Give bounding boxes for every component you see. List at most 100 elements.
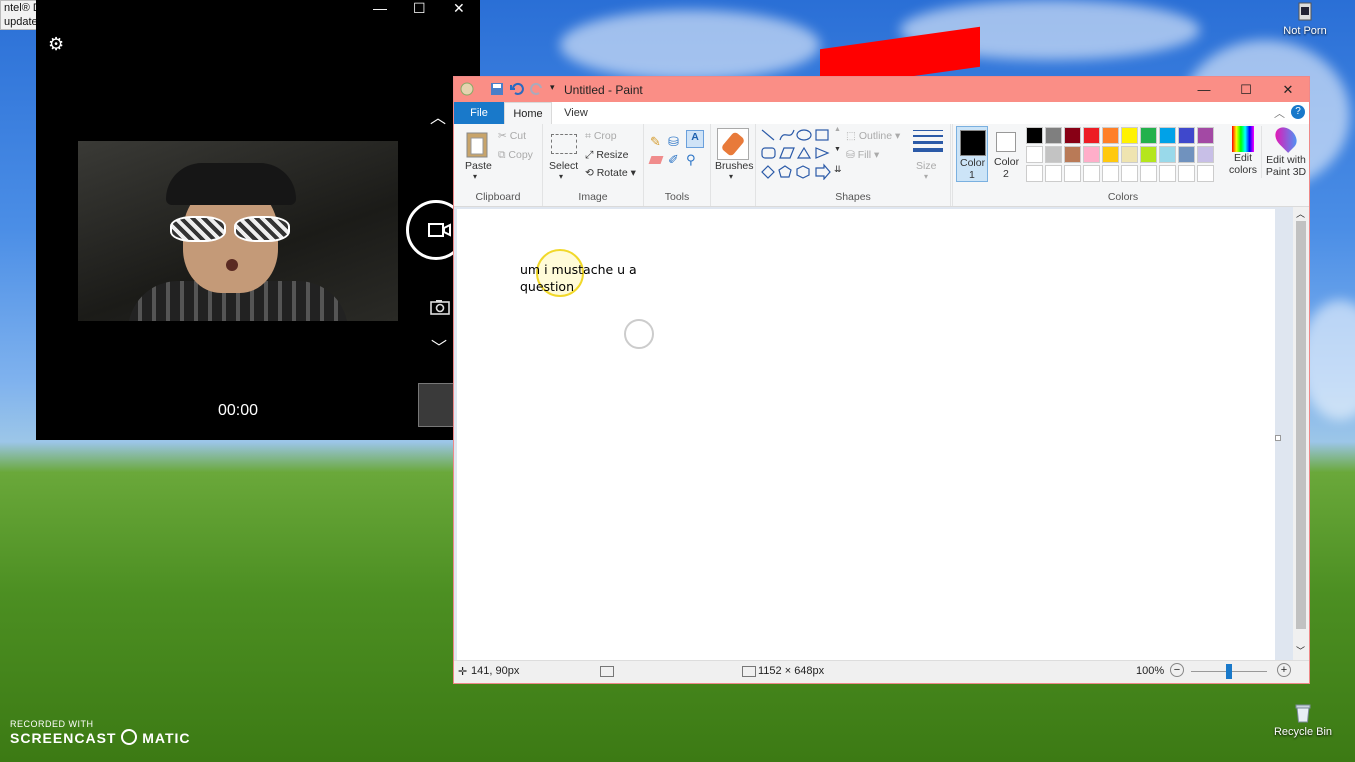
- palette-swatch[interactable]: [1197, 127, 1214, 144]
- palette-swatch[interactable]: [1045, 127, 1062, 144]
- tab-view[interactable]: View: [556, 102, 596, 124]
- desktop-icon-not-porn[interactable]: Not Porn: [1275, 2, 1335, 37]
- paint-titlebar[interactable]: ▾ Untitled - Paint — ☐ ✕: [454, 77, 1309, 102]
- tools-group: ✎ ⛁ A ✐ ⚲ Tools: [644, 124, 711, 206]
- scroll-down-icon[interactable]: ﹀: [1296, 644, 1305, 657]
- vertical-scrollbar[interactable]: ︿ ﹀: [1293, 207, 1309, 661]
- minimize-icon[interactable]: —: [373, 0, 387, 16]
- brushes-button[interactable]: Brushes: [715, 160, 754, 172]
- palette-swatch[interactable]: [1197, 165, 1214, 182]
- shapes-scroll-up-icon[interactable]: ▲: [834, 126, 841, 133]
- zoom-in-button[interactable]: +: [1277, 663, 1291, 677]
- palette-swatch[interactable]: [1178, 146, 1195, 163]
- fill-label: Fill: [857, 149, 872, 161]
- paint3d-icon: [1271, 123, 1301, 153]
- color-picker-icon[interactable]: ✐: [668, 152, 679, 168]
- palette-swatch[interactable]: [1083, 146, 1100, 163]
- select-icon[interactable]: [551, 134, 577, 154]
- zoom-out-button[interactable]: −: [1170, 663, 1184, 677]
- close-button[interactable]: ✕: [1267, 77, 1309, 102]
- fill-button[interactable]: ⛁ Fill ▾: [846, 149, 879, 161]
- palette-swatch[interactable]: [1026, 127, 1043, 144]
- resize-button[interactable]: ⤢ Resize: [585, 149, 628, 162]
- palette-swatch[interactable]: [1064, 146, 1081, 163]
- select-dropdown-icon[interactable]: ▾: [559, 172, 563, 181]
- select-button[interactable]: Select: [549, 160, 578, 172]
- palette-swatch[interactable]: [1140, 165, 1157, 182]
- palette-swatch[interactable]: [1178, 165, 1195, 182]
- save-icon[interactable]: [490, 82, 504, 96]
- customize-qat-icon[interactable]: ▾: [550, 82, 560, 96]
- maximize-icon[interactable]: ☐: [413, 0, 426, 17]
- edit-with-paint3d-button[interactable]: Edit with Paint 3D: [1261, 123, 1310, 178]
- size-button[interactable]: Size: [916, 160, 936, 172]
- help-icon[interactable]: ?: [1291, 105, 1305, 119]
- photo-camera-icon[interactable]: [430, 299, 450, 315]
- close-icon[interactable]: ✕: [453, 0, 465, 17]
- brushes-icon[interactable]: [717, 128, 749, 160]
- palette-swatch[interactable]: [1083, 127, 1100, 144]
- size-dropdown-icon[interactable]: ▾: [924, 172, 928, 181]
- scrollbar-thumb[interactable]: [1296, 221, 1306, 629]
- canvas-text[interactable]: um i mustache u a question: [520, 261, 637, 295]
- palette-swatch[interactable]: [1197, 146, 1214, 163]
- palette-swatch[interactable]: [1102, 146, 1119, 163]
- magnifier-icon[interactable]: ⚲: [686, 152, 696, 168]
- palette-swatch[interactable]: [1121, 165, 1138, 182]
- paste-dropdown-icon[interactable]: ▾: [473, 172, 477, 181]
- palette-swatch[interactable]: [1026, 146, 1043, 163]
- color2-button[interactable]: Color 2: [991, 126, 1023, 182]
- palette-swatch[interactable]: [1045, 165, 1062, 182]
- scroll-up-icon[interactable]: ︿: [1296, 207, 1305, 220]
- gear-icon[interactable]: ⚙: [48, 34, 64, 55]
- edit-colors-button[interactable]: Edit colors: [1228, 126, 1258, 176]
- minimize-button[interactable]: —: [1183, 77, 1225, 102]
- cut-button[interactable]: ✂ Cut: [498, 130, 526, 142]
- copy-button[interactable]: ⧉ Copy: [498, 149, 533, 162]
- paste-icon[interactable]: [465, 130, 489, 158]
- shapes-gallery[interactable]: [760, 128, 834, 180]
- palette-swatch[interactable]: [1178, 127, 1195, 144]
- text-tool-icon[interactable]: A: [686, 130, 704, 148]
- tab-file[interactable]: File: [454, 102, 504, 124]
- palette-swatch[interactable]: [1064, 127, 1081, 144]
- palette-swatch[interactable]: [1083, 165, 1100, 182]
- shapes-scroll-down-icon[interactable]: ▼: [834, 146, 841, 153]
- pencil-icon[interactable]: ✎: [650, 134, 661, 150]
- palette-swatch[interactable]: [1026, 165, 1043, 182]
- canvas-resize-handle[interactable]: [1275, 435, 1281, 441]
- brushes-dropdown-icon[interactable]: ▾: [729, 172, 733, 181]
- redo-icon[interactable]: [530, 82, 544, 96]
- palette-swatch[interactable]: [1140, 127, 1157, 144]
- palette-swatch[interactable]: [1121, 127, 1138, 144]
- size-lines-icon[interactable]: [913, 130, 943, 152]
- outline-button[interactable]: ⬚ Outline ▾: [846, 130, 900, 142]
- maximize-button[interactable]: ☐: [1225, 77, 1267, 102]
- rotate-button[interactable]: ⟲ Rotate ▾: [585, 167, 636, 179]
- collapse-ribbon-icon[interactable]: ︿: [1274, 105, 1285, 121]
- shapes-more-icon[interactable]: ⇊: [834, 164, 842, 175]
- palette-swatch[interactable]: [1159, 127, 1176, 144]
- palette-swatch[interactable]: [1121, 146, 1138, 163]
- palette-swatch[interactable]: [1140, 146, 1157, 163]
- paint3d-label-2: Paint 3D: [1265, 166, 1307, 178]
- palette-swatch[interactable]: [1102, 127, 1119, 144]
- palette-swatch[interactable]: [1102, 165, 1119, 182]
- eraser-icon[interactable]: [648, 156, 664, 164]
- zoom-slider-thumb[interactable]: [1226, 664, 1232, 679]
- color1-button[interactable]: Color 1: [956, 126, 988, 182]
- palette-swatch[interactable]: [1064, 165, 1081, 182]
- drawing-canvas[interactable]: um i mustache u a question: [457, 209, 1275, 661]
- undo-icon[interactable]: [510, 82, 524, 96]
- palette-swatch[interactable]: [1159, 165, 1176, 182]
- tab-home[interactable]: Home: [504, 102, 552, 124]
- paste-button[interactable]: Paste: [465, 160, 492, 172]
- recycle-bin-icon[interactable]: Recycle Bin: [1273, 703, 1333, 738]
- palette-swatch[interactable]: [1159, 146, 1176, 163]
- paint-app-icon[interactable]: [460, 82, 474, 96]
- chevron-up-icon[interactable]: ︿: [430, 104, 446, 128]
- fill-bucket-icon[interactable]: ⛁: [668, 134, 679, 150]
- chevron-down-icon[interactable]: ﹀: [431, 334, 447, 358]
- crop-button[interactable]: ⌗ Crop: [585, 130, 617, 143]
- palette-swatch[interactable]: [1045, 146, 1062, 163]
